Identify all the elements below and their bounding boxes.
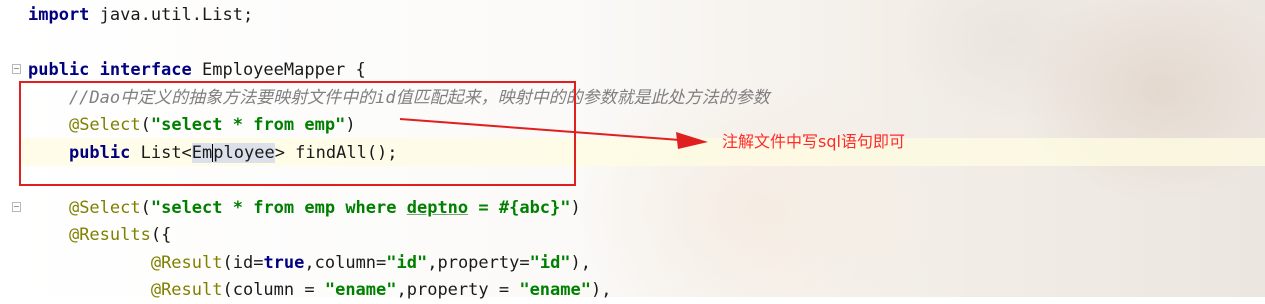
callout-arrow bbox=[399, 118, 708, 149]
annotation-note: 注解文件中写sql语句即可 bbox=[722, 132, 905, 151]
